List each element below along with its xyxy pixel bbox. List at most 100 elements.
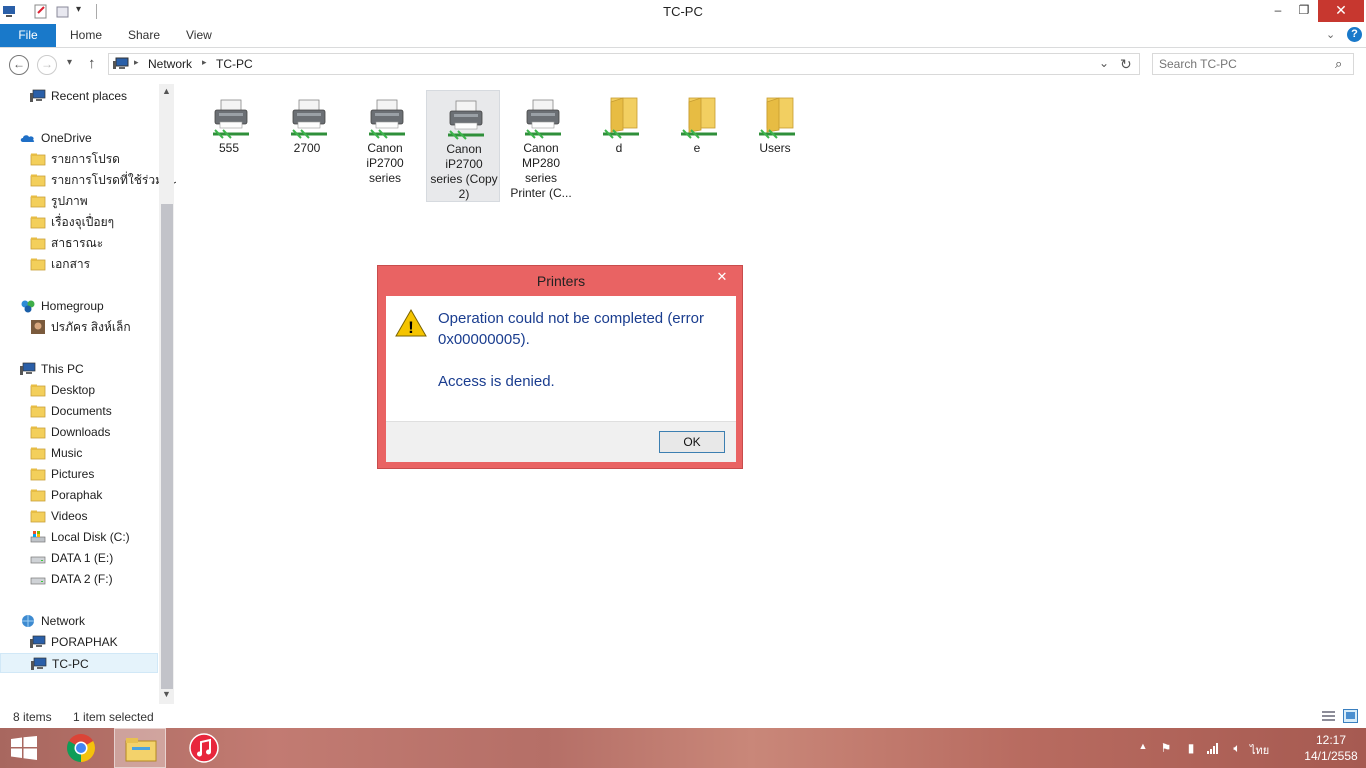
help-icon[interactable]: ? [1347, 27, 1362, 42]
dialog-message-line2: 0x00000005). [438, 331, 530, 348]
item-name: Canon iP2700 series (Copy 2) [430, 142, 498, 201]
sidebar-item[interactable]: รายการโปรด [0, 149, 158, 169]
sidebar-item[interactable]: Homegroup [0, 296, 158, 316]
minimize-button[interactable]: – [1264, 0, 1292, 22]
folder-icon [30, 194, 46, 208]
recent-locations-icon[interactable]: ▾ [67, 57, 72, 68]
sidebar-item[interactable]: Poraphak [0, 485, 158, 505]
sidebar-item[interactable]: Pictures [0, 464, 158, 484]
folder-icon [30, 173, 46, 187]
sidebar-item[interactable]: TC-PC [0, 653, 158, 673]
sidebar-item[interactable]: Desktop [0, 380, 158, 400]
item-name: Canon MP280 series Printer (C... [510, 141, 572, 200]
forward-button[interactable]: → [37, 55, 57, 75]
computer-icon [30, 635, 46, 649]
show-hidden-icons-icon[interactable]: ▲ [1136, 741, 1150, 755]
sidebar-item-label: TC-PC [52, 657, 89, 671]
shared-folder-item[interactable]: Users [738, 90, 812, 202]
search-box[interactable]: ⌕ [1152, 53, 1354, 75]
ok-button[interactable]: OK [659, 431, 725, 453]
taskbar-file-explorer[interactable] [114, 728, 166, 768]
folder-icon [30, 257, 46, 271]
shared-folder-icon [601, 96, 641, 140]
sidebar-item[interactable]: OneDrive [0, 128, 158, 148]
back-button[interactable]: ← [9, 55, 29, 75]
user-folder-icon [30, 488, 46, 502]
downloads-folder-icon [30, 425, 46, 439]
printer-item[interactable]: Canon iP2700 series (Copy 2) [426, 90, 500, 202]
chrome-icon [67, 734, 95, 762]
volume-icon[interactable]: 🔈︎ [1230, 741, 1244, 755]
printer-item[interactable]: 2700 [270, 90, 344, 202]
sidebar-item-label: DATA 1 (E:) [51, 551, 114, 565]
taskbar-chrome[interactable] [55, 728, 107, 768]
action-center-flag-icon[interactable]: ⚑ [1159, 741, 1173, 755]
sidebar-item[interactable]: Recent places [0, 86, 158, 106]
power-icon[interactable]: ▮ [1184, 741, 1198, 755]
sidebar-item[interactable]: เรื่องจุเปื่อยๆ [0, 212, 158, 232]
onedrive-icon [20, 131, 36, 145]
details-view-icon[interactable] [1321, 710, 1336, 723]
tab-file[interactable]: File [0, 24, 56, 47]
sidebar-item[interactable]: Music [0, 443, 158, 463]
sidebar-item-label: OneDrive [41, 131, 92, 145]
printer-icon [367, 96, 407, 140]
restore-button[interactable]: ❐ [1290, 0, 1318, 22]
file-view[interactable]: 555 2700 Canon iP2700 series Canon iP2700 s… [176, 84, 1366, 704]
ribbon-expand-icon[interactable]: ⌄ [1326, 28, 1335, 41]
language-indicator[interactable]: ไทย [1250, 741, 1269, 759]
breadcrumb-chevron-icon[interactable]: ▸ [202, 57, 207, 68]
taskbar-itunes[interactable] [178, 728, 230, 768]
close-button[interactable]: ✕ [1318, 0, 1364, 22]
svg-text:!: ! [408, 318, 414, 337]
item-name: 2700 [293, 141, 321, 155]
sidebar-item[interactable]: DATA 1 (E:) [0, 548, 158, 568]
printer-item[interactable]: 555 [192, 90, 266, 202]
tab-share[interactable]: Share [116, 24, 172, 47]
breadcrumb-chevron-icon[interactable]: ▸ [134, 57, 139, 68]
dialog-message-line3: Access is denied. [438, 373, 555, 390]
sidebar-item[interactable]: Downloads [0, 422, 158, 442]
sidebar-item[interactable]: Local Disk (C:) [0, 527, 158, 547]
sidebar-item[interactable]: DATA 2 (F:) [0, 569, 158, 589]
sidebar-item[interactable]: This PC [0, 359, 158, 379]
shared-folder-item[interactable]: d [582, 90, 656, 202]
scroll-up-icon[interactable]: ▲ [162, 86, 171, 96]
up-button[interactable]: ↑ [88, 55, 96, 72]
sidebar-item[interactable]: Network [0, 611, 158, 631]
shared-folder-item[interactable]: e [660, 90, 734, 202]
sidebar-item-label: Videos [51, 509, 88, 523]
breadcrumb-network[interactable]: Network [148, 57, 192, 71]
sidebar-item[interactable]: ปรภัคร สิงห์เล็ก [0, 317, 158, 337]
refresh-button[interactable]: ↻ [1120, 56, 1132, 73]
search-icon[interactable]: ⌕ [1335, 56, 1342, 72]
sidebar-item-label: Documents [51, 404, 112, 418]
tab-view[interactable]: View [174, 24, 224, 47]
address-dropdown-icon[interactable]: ⌄ [1099, 56, 1109, 70]
printer-item[interactable]: Canon MP280 series Printer (C... [504, 90, 578, 202]
sidebar-item-label: This PC [41, 362, 84, 376]
printer-icon [211, 96, 251, 140]
network-signal-icon[interactable] [1206, 741, 1220, 755]
sidebar-item[interactable]: Documents [0, 401, 158, 421]
printer-item[interactable]: Canon iP2700 series [348, 90, 422, 202]
address-bar[interactable]: ▸ Network ▸ TC-PC ⌄ [108, 53, 1140, 75]
nav-scroll-thumb[interactable] [161, 204, 173, 689]
clock[interactable]: 12:17 14/1/2558 [1296, 732, 1366, 764]
sidebar-item[interactable]: รูปภาพ [0, 191, 158, 211]
sidebar-item-label: Local Disk (C:) [51, 530, 130, 544]
breadcrumb-tc-pc[interactable]: TC-PC [216, 57, 253, 71]
large-icons-view-icon[interactable] [1343, 709, 1358, 723]
clock-time: 12:17 [1315, 733, 1347, 747]
sidebar-item[interactable]: Videos [0, 506, 158, 526]
window-title: TC-PC [663, 4, 703, 19]
sidebar-item[interactable]: สาธารณะ [0, 233, 158, 253]
dialog-close-button[interactable]: ✕ [706, 267, 738, 287]
sidebar-item[interactable]: เอกสาร [0, 254, 158, 274]
sidebar-item[interactable]: รายการโปรดที่ใช้ร่วมกัน [0, 170, 178, 190]
search-input[interactable] [1159, 56, 1329, 72]
sidebar-item[interactable]: PORAPHAK [0, 632, 158, 652]
scroll-down-icon[interactable]: ▼ [162, 689, 171, 699]
start-windows-icon[interactable] [10, 736, 38, 760]
tab-home[interactable]: Home [58, 24, 114, 47]
